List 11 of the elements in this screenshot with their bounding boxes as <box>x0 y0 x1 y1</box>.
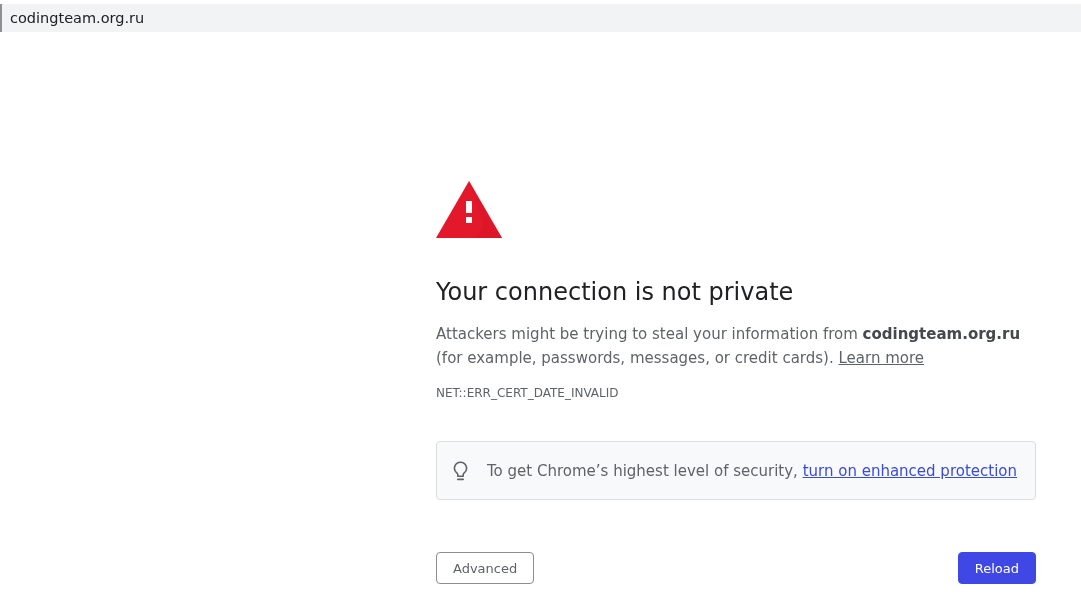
enhanced-protection-link[interactable]: turn on enhanced protection <box>802 461 1017 480</box>
address-field[interactable]: codingteam.org.ru <box>0 4 1081 32</box>
error-title: Your connection is not private <box>436 278 795 307</box>
tip-text: To get Chrome’s highest level of security, turn on enhanced protection <box>487 460 1017 482</box>
warning-message: Attackers might be trying to steal your information from codingteam.org.ru (for example, passwords, messages, or credit cards). Learn more <box>436 324 1022 369</box>
warning-icon <box>436 181 502 238</box>
error-code: NET::ERR_CERT_DATE_INVALID <box>436 385 620 402</box>
learn-more-link[interactable]: Learn more <box>838 349 925 367</box>
reload-button[interactable]: Reload <box>957 552 1036 584</box>
lightbulb-icon <box>453 460 468 481</box>
advanced-button[interactable]: Advanced <box>436 552 535 584</box>
